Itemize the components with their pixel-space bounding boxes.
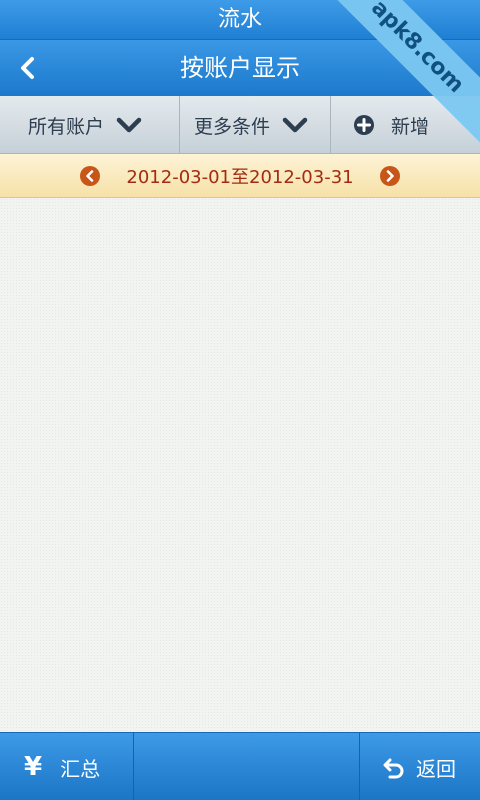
chevron-down-icon xyxy=(116,117,142,133)
chevron-left-icon xyxy=(86,169,94,182)
all-accounts-label: 所有账户 xyxy=(28,115,105,138)
add-label: 新增 xyxy=(391,115,430,138)
toolbar: 所有账户 更多条件 新增 xyxy=(0,96,480,154)
transaction-list-area[interactable] xyxy=(0,198,480,732)
undo-arrow-icon xyxy=(383,758,404,779)
summary-button[interactable]: ¥ 汇总 xyxy=(0,733,134,800)
bottom-bar-spacer xyxy=(134,733,360,800)
return-button[interactable]: 返回 xyxy=(360,733,480,800)
yen-icon: ¥ xyxy=(24,752,43,782)
previous-period-button[interactable] xyxy=(80,165,101,186)
more-conditions-label: 更多条件 xyxy=(194,115,271,138)
return-label: 返回 xyxy=(416,756,456,781)
bottom-bar: ¥ 汇总 返回 xyxy=(0,732,480,800)
plus-circle-icon xyxy=(354,115,374,135)
next-period-button[interactable] xyxy=(379,165,400,186)
date-range-bar: 2012-03-01至2012-03-31 xyxy=(0,154,480,198)
more-conditions-dropdown[interactable]: 更多条件 xyxy=(180,96,331,154)
chevron-left-icon xyxy=(21,57,34,79)
date-range-text: 2012-03-01至2012-03-31 xyxy=(126,166,354,188)
all-accounts-dropdown[interactable]: 所有账户 xyxy=(0,96,180,154)
summary-label: 汇总 xyxy=(60,756,101,781)
back-button[interactable] xyxy=(8,48,48,88)
chevron-down-icon xyxy=(282,117,308,133)
chevron-right-icon xyxy=(386,169,394,182)
page-title: 按账户显示 xyxy=(180,54,300,82)
app-title: 流水 xyxy=(217,7,262,32)
